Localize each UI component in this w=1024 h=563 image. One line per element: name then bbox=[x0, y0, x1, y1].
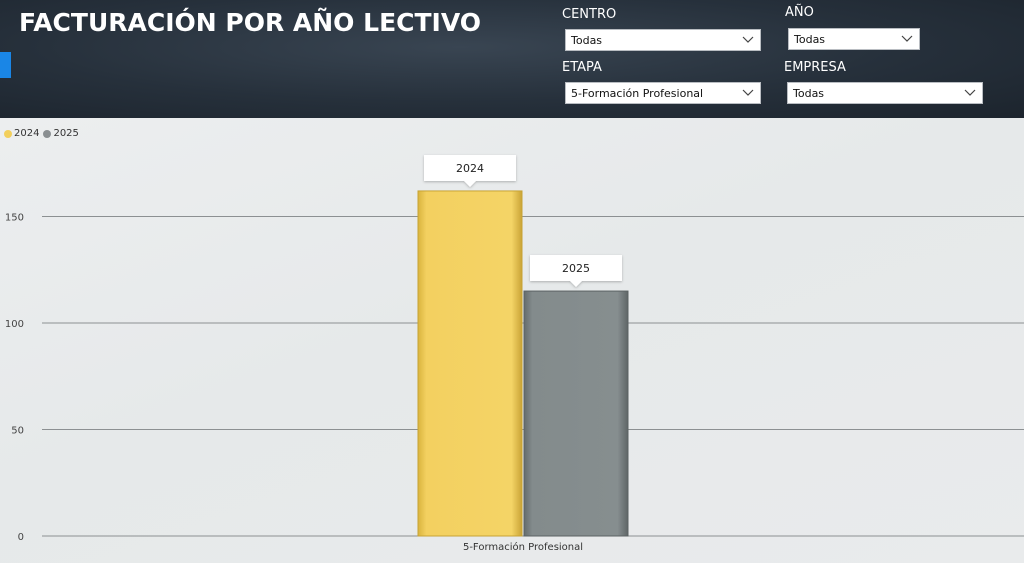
y-tick-label: 0 bbox=[18, 532, 24, 543]
chevron-down-icon bbox=[964, 89, 976, 96]
x-tick-label: 5-Formación Profesional bbox=[463, 541, 583, 553]
y-tick-label: 150 bbox=[5, 213, 24, 224]
bar-2025 bbox=[523, 290, 629, 537]
page-title: FACTURACIÓN POR AÑO LECTIVO bbox=[19, 8, 482, 37]
empresa-dropdown-value: Todas bbox=[793, 87, 825, 100]
bar-chart: 0 50 100 150 2024 2025 5-Formación Profesiona… bbox=[5, 154, 1024, 553]
report-header: FACTURACIÓN POR AÑO LECTIVO CENTRO Todas… bbox=[0, 0, 1024, 118]
data-label-text: 2025 bbox=[562, 262, 590, 275]
chevron-down-icon bbox=[742, 36, 754, 43]
centro-dropdown[interactable]: Todas bbox=[565, 29, 761, 51]
filter-label-anio: AÑO bbox=[785, 5, 814, 20]
accent-bar bbox=[0, 52, 11, 78]
anio-dropdown[interactable]: Todas bbox=[788, 28, 920, 50]
etapa-dropdown-value: 5-Formación Profesional bbox=[571, 87, 704, 100]
centro-dropdown-value: Todas bbox=[571, 34, 603, 47]
y-tick-label: 50 bbox=[11, 426, 24, 437]
empresa-dropdown[interactable]: Todas bbox=[787, 82, 983, 104]
bar-2024 bbox=[417, 190, 523, 537]
etapa-dropdown[interactable]: 5-Formación Profesional bbox=[565, 82, 761, 104]
chevron-down-icon bbox=[901, 35, 913, 42]
y-tick-label: 100 bbox=[5, 319, 24, 330]
filter-label-empresa: EMPRESA bbox=[784, 60, 846, 75]
filter-label-etapa: ETAPA bbox=[562, 60, 602, 75]
filter-label-centro: CENTRO bbox=[562, 7, 617, 22]
data-label-text: 2024 bbox=[456, 162, 484, 175]
anio-dropdown-value: Todas bbox=[794, 33, 826, 46]
chevron-down-icon bbox=[742, 89, 754, 96]
